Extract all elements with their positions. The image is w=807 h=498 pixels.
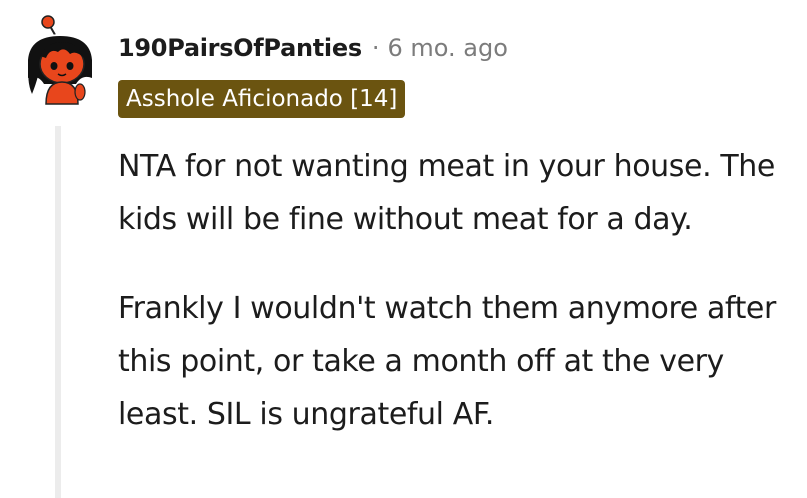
comment-paragraph: Frankly I wouldn't watch them anymore af…	[118, 291, 776, 432]
snoo-avatar-icon	[24, 15, 96, 106]
thread-collapse-line[interactable]	[55, 126, 61, 498]
meta-separator: ·	[371, 34, 380, 62]
comment-paragraph: NTA for not wanting meat in your house. …	[118, 149, 775, 237]
comment-header: 190PairsOfPanties · 6 mo. ago	[118, 30, 508, 66]
comment-body: NTA for not wanting meat in your house. …	[118, 140, 798, 441]
comment-timestamp[interactable]: 6 mo. ago	[387, 34, 507, 62]
user-flair-badge: Asshole Aficionado [14]	[118, 80, 406, 118]
username-link[interactable]: 190PairsOfPanties	[118, 34, 362, 62]
user-avatar[interactable]	[20, 14, 100, 106]
